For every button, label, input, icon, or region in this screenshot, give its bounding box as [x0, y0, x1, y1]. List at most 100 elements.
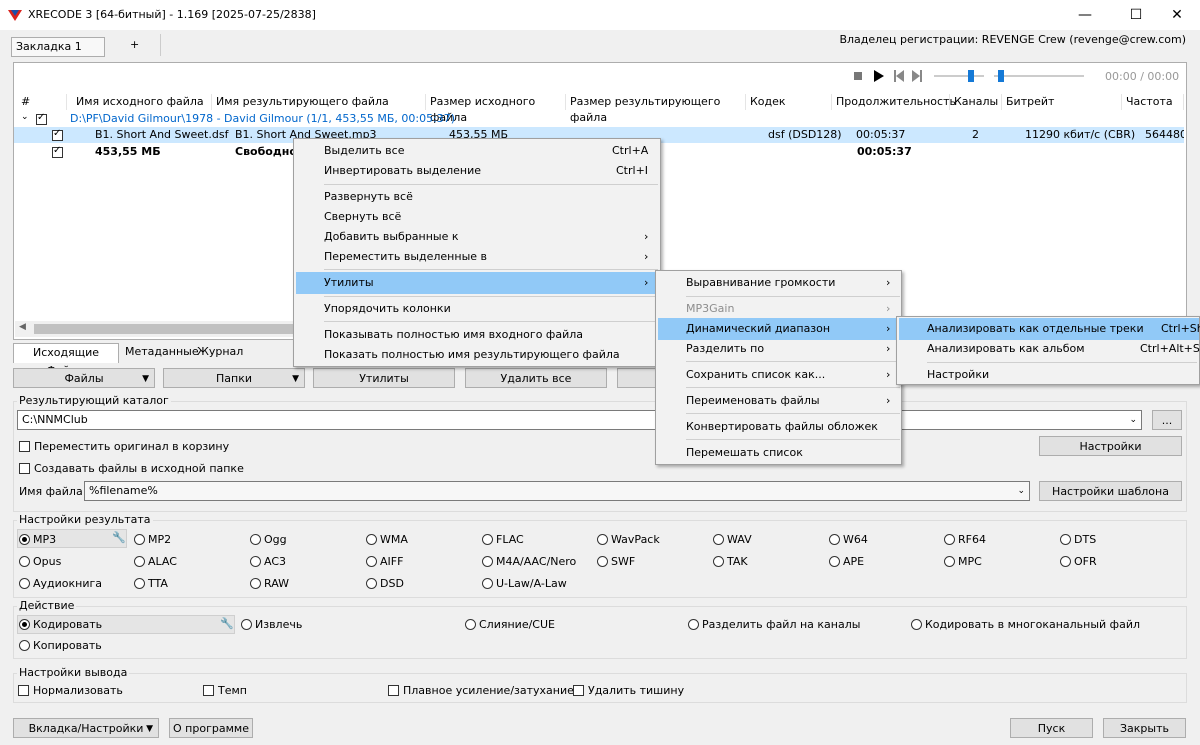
format-radio-wavpack[interactable]: [597, 534, 608, 545]
format-radio-tta[interactable]: [134, 578, 145, 589]
format-radio-wav[interactable]: [713, 534, 724, 545]
split-channels-radio[interactable]: [688, 619, 699, 630]
tab-metadata[interactable]: Метаданные: [125, 345, 199, 358]
template-settings-button[interactable]: Настройки шаблона: [1039, 481, 1182, 501]
format-radio-mpc[interactable]: [944, 556, 955, 567]
row-checkbox[interactable]: [52, 128, 63, 141]
column-header-number[interactable]: #: [17, 94, 67, 110]
delete-all-button[interactable]: Удалить все: [465, 368, 607, 388]
extract-radio[interactable]: [241, 619, 252, 630]
minimize-button[interactable]: —: [1062, 0, 1108, 30]
move-to-trash-checkbox[interactable]: [19, 441, 30, 452]
copy-radio[interactable]: [19, 640, 30, 651]
format-radio-swf[interactable]: [597, 556, 608, 567]
menu-item-dynamic-range[interactable]: Динамический диапазон ›: [658, 318, 899, 340]
format-radio-raw[interactable]: [250, 578, 261, 589]
format-radio-alac[interactable]: [134, 556, 145, 567]
menu-item-dr-settings[interactable]: Настройки: [899, 364, 1199, 386]
output-settings-button[interactable]: Настройки: [1039, 436, 1182, 456]
previous-icon[interactable]: [894, 70, 904, 82]
create-in-source-checkbox[interactable]: [19, 463, 30, 474]
merge-radio[interactable]: [465, 619, 476, 630]
column-header-duration[interactable]: Продолжительность: [832, 94, 956, 110]
seek-slider[interactable]: [998, 70, 1004, 82]
tab-1[interactable]: Закладка 1: [11, 37, 105, 57]
format-radio-opus[interactable]: [19, 556, 30, 567]
column-header-frequency[interactable]: Частота: [1122, 94, 1184, 110]
format-radio-m4a-aac-nero[interactable]: [482, 556, 493, 567]
menu-item-rename-files[interactable]: Переименовать файлы ›: [658, 390, 899, 412]
menu-item-collapse-all[interactable]: Свернуть всё: [296, 206, 658, 228]
add-tab-button[interactable]: +: [130, 38, 139, 51]
column-header-codec[interactable]: Кодек: [746, 94, 832, 110]
normalize-checkbox[interactable]: [18, 685, 29, 696]
output-dir-input[interactable]: C:\NNMClub ⌄: [17, 410, 1142, 430]
files-button[interactable]: Файлы ▼: [13, 368, 155, 388]
encode-radio[interactable]: [19, 619, 30, 630]
menu-item-show-input-name[interactable]: Показывать полностью имя входного файла: [296, 324, 658, 346]
format-radio-flac[interactable]: [482, 534, 493, 545]
column-header-channels[interactable]: Каналы: [950, 94, 1002, 110]
about-button[interactable]: О программе: [169, 718, 253, 738]
menu-item-utilities[interactable]: Утилиты ›: [296, 272, 658, 294]
utilities-button[interactable]: Утилиты: [313, 368, 455, 388]
stop-icon[interactable]: [854, 72, 862, 80]
menu-item-split-by[interactable]: Разделить по ›: [658, 338, 899, 360]
extra-button[interactable]: [617, 368, 657, 388]
tab-settings-button[interactable]: Вкладка/Настройки ▼: [13, 718, 159, 738]
close-button[interactable]: Закрыть: [1103, 718, 1186, 738]
multichannel-radio[interactable]: [911, 619, 922, 630]
menu-item-convert-covers[interactable]: Конвертировать файлы обложек: [658, 416, 899, 438]
menu-item-invert-selection[interactable]: Инвертировать выделение Ctrl+I: [296, 160, 658, 182]
remove-silence-checkbox[interactable]: [573, 685, 584, 696]
format-radio-ape[interactable]: [829, 556, 840, 567]
column-header-result-name[interactable]: Имя результирующего файла: [212, 94, 426, 110]
menu-item-add-selected[interactable]: Добавить выбранные к ›: [296, 226, 658, 248]
wrench-icon[interactable]: 🔧: [220, 617, 234, 630]
format-radio-ofr[interactable]: [1060, 556, 1071, 567]
menu-item-select-all[interactable]: Выделить все Ctrl+A: [296, 140, 658, 162]
next-icon[interactable]: [912, 70, 922, 82]
format-radio-wma[interactable]: [366, 534, 377, 545]
scroll-left-icon[interactable]: ◀: [19, 322, 26, 332]
menu-item-analyze-tracks[interactable]: Анализировать как отдельные треки Ctrl+Sh…: [899, 318, 1200, 340]
filename-input[interactable]: %filename% ⌄: [84, 481, 1030, 501]
menu-item-expand-all[interactable]: Развернуть всё: [296, 186, 658, 208]
fade-checkbox[interactable]: [388, 685, 399, 696]
group-collapse-icon[interactable]: ⌄: [21, 112, 29, 122]
menu-item-save-list[interactable]: Сохранить список как... ›: [658, 364, 899, 386]
group-checkbox[interactable]: [36, 112, 47, 125]
format-radio-tak[interactable]: [713, 556, 724, 567]
menu-item-show-result-name[interactable]: Показать полностью имя результирующего ф…: [296, 344, 658, 366]
menu-item-move-selected[interactable]: Переместить выделенные в ›: [296, 246, 658, 268]
menu-item-shuffle[interactable]: Перемешать список: [658, 442, 899, 464]
tab-output-files[interactable]: Исходящие Файлы: [13, 343, 119, 377]
browse-button[interactable]: ...: [1152, 410, 1182, 430]
start-button[interactable]: Пуск: [1010, 718, 1093, 738]
menu-item-loudness[interactable]: Выравнивание громкости ›: [658, 272, 899, 294]
format-radio-w64[interactable]: [829, 534, 840, 545]
format-radio-u-law-a-law[interactable]: [482, 578, 493, 589]
format-radio-ogg[interactable]: [250, 534, 261, 545]
format-radio-аудиокнига[interactable]: [19, 578, 30, 589]
format-radio-ac3[interactable]: [250, 556, 261, 567]
menu-item-arrange-columns[interactable]: Упорядочить колонки: [296, 298, 658, 320]
maximize-button[interactable]: ☐: [1113, 0, 1159, 30]
menu-item-analyze-album[interactable]: Анализировать как альбом Ctrl+Alt+Shi: [899, 338, 1200, 360]
column-header-source-size[interactable]: Размер исходного файла: [426, 94, 566, 124]
tab-log[interactable]: Журнал: [197, 345, 243, 358]
chevron-down-icon[interactable]: ⌄: [1017, 482, 1025, 500]
wrench-icon[interactable]: 🔧: [112, 531, 126, 544]
chevron-down-icon[interactable]: ⌄: [1129, 411, 1137, 429]
total-checkbox[interactable]: [52, 145, 63, 158]
column-header-source-name[interactable]: Имя исходного файла: [72, 94, 212, 110]
format-radio-mp2[interactable]: [134, 534, 145, 545]
format-radio-dts[interactable]: [1060, 534, 1071, 545]
format-radio-mp3[interactable]: [19, 534, 30, 545]
volume-slider[interactable]: [968, 70, 974, 82]
column-header-bitrate[interactable]: Битрейт: [1002, 94, 1122, 110]
folders-button[interactable]: Папки ▼: [163, 368, 305, 388]
format-radio-rf64[interactable]: [944, 534, 955, 545]
scrollbar-thumb[interactable]: [34, 324, 294, 334]
format-radio-dsd[interactable]: [366, 578, 377, 589]
